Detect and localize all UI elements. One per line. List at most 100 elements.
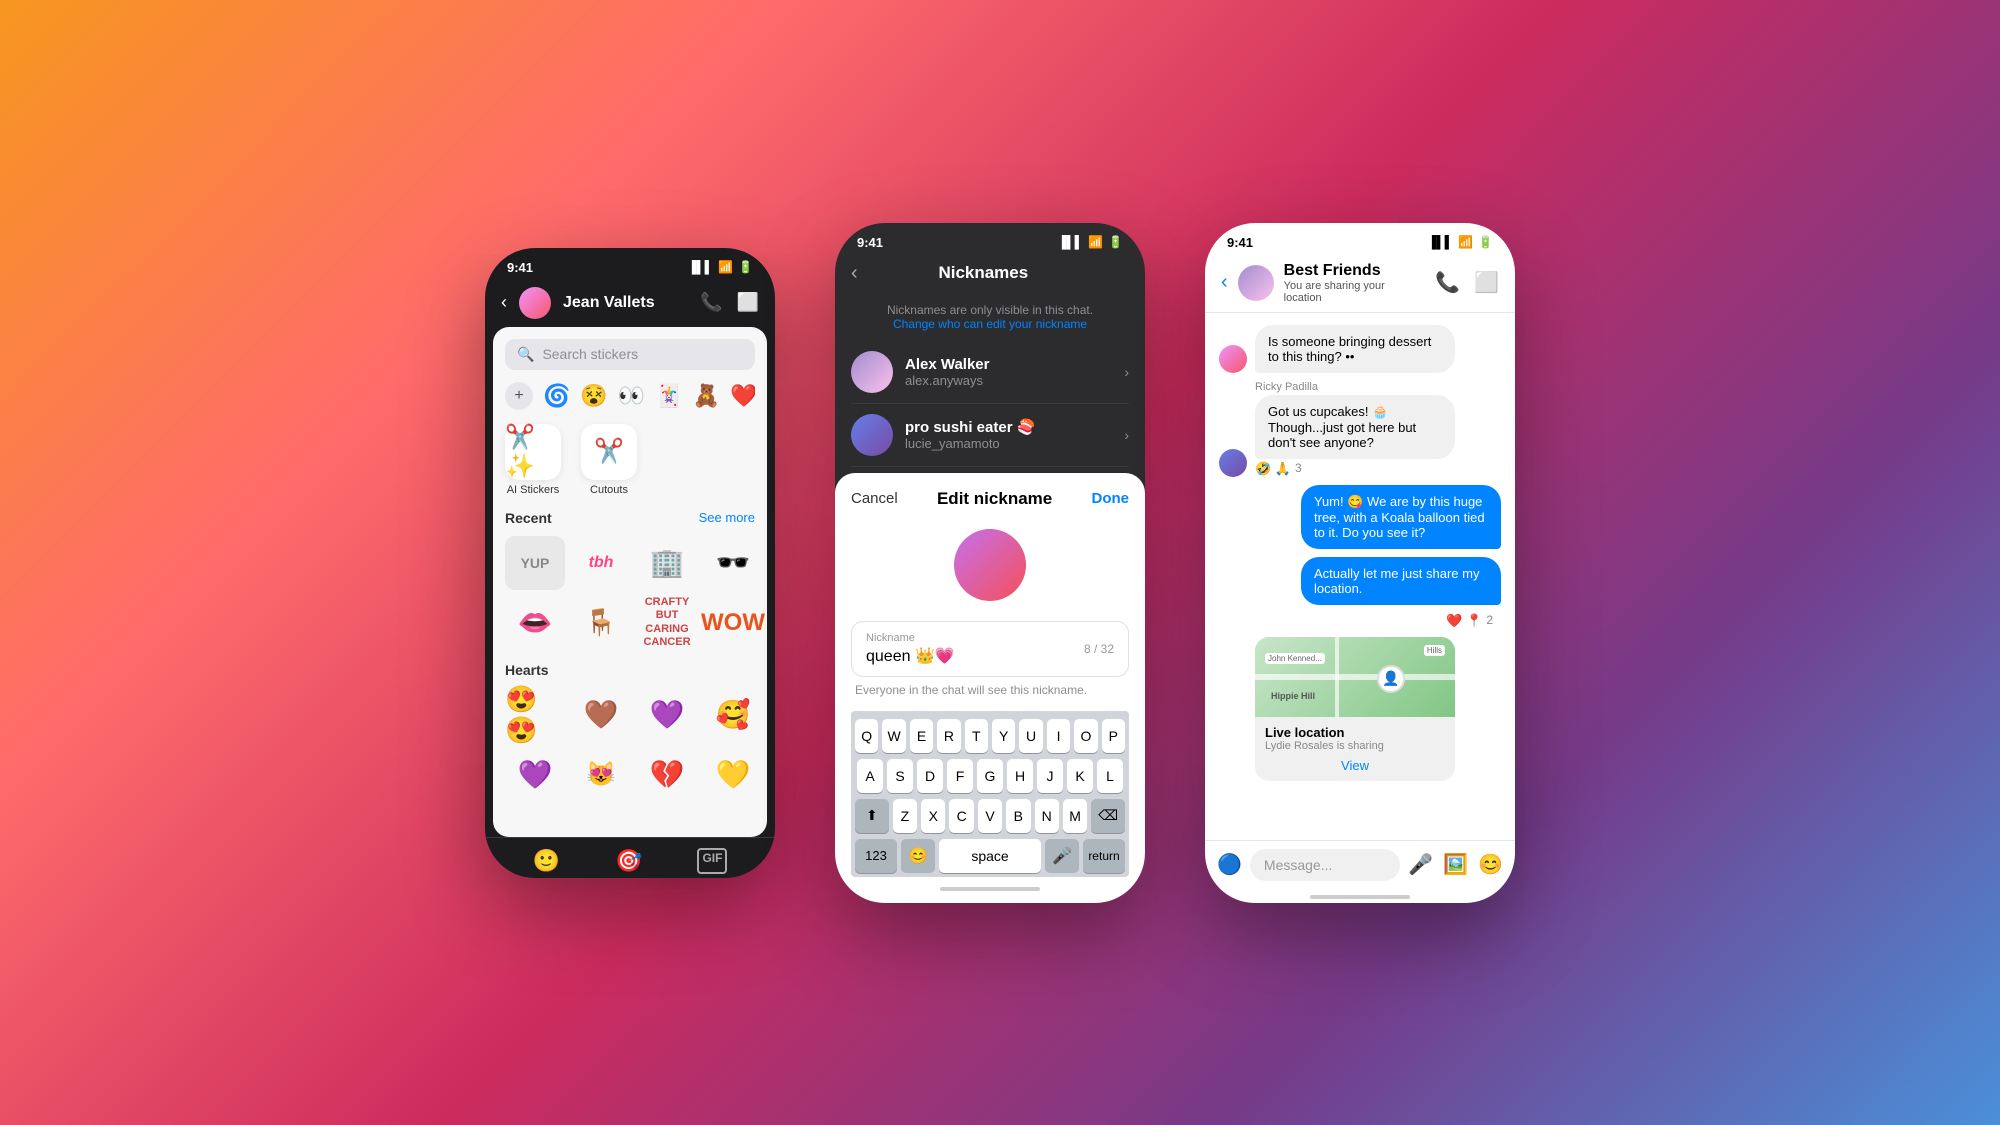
key-z[interactable]: Z bbox=[893, 799, 917, 833]
key-c[interactable]: C bbox=[949, 799, 973, 833]
sticker-lips[interactable]: 👄 bbox=[505, 596, 565, 650]
modal-avatar bbox=[954, 529, 1026, 601]
gif-tab[interactable]: GIF bbox=[697, 848, 727, 874]
key-e[interactable]: E bbox=[910, 719, 933, 753]
signal-icon-3: ▐▌▌ bbox=[1428, 235, 1454, 249]
nick-avatar-2 bbox=[851, 414, 893, 456]
key-n[interactable]: N bbox=[1035, 799, 1059, 833]
mic-icon-3[interactable]: 🎤 bbox=[1408, 852, 1433, 877]
recent-section-header: Recent See more bbox=[505, 510, 755, 526]
contact-avatar-1[interactable] bbox=[519, 287, 551, 319]
sticker-yellow-heart[interactable]: 💛 bbox=[703, 748, 763, 802]
emoji-tab[interactable]: 🙂 bbox=[533, 848, 560, 874]
sticker-wow[interactable]: WOW bbox=[703, 596, 763, 650]
key-j[interactable]: J bbox=[1037, 759, 1063, 793]
message-4: Actually let me just share my location. bbox=[1219, 557, 1501, 605]
chevron-icon-1: › bbox=[1124, 364, 1129, 380]
cutouts-tool[interactable]: ✂️ Cutouts bbox=[581, 424, 637, 496]
phone-icon-3[interactable]: 📞 bbox=[1435, 270, 1460, 295]
sticker-purple-heart-2[interactable]: 💜 bbox=[505, 748, 565, 802]
key-r[interactable]: R bbox=[937, 719, 960, 753]
sticker-building[interactable]: 🏢 bbox=[637, 536, 697, 590]
nick-user-2: lucie_yamamoto bbox=[905, 436, 1112, 451]
keyboard-row-1: Q W E R T Y U I O P bbox=[855, 719, 1125, 753]
change-who-link[interactable]: Change who can edit your nickname bbox=[893, 317, 1087, 331]
sticker-face-heart[interactable]: 🥰 bbox=[703, 688, 763, 742]
sticker-brown-heart[interactable]: 🤎 bbox=[571, 688, 631, 742]
key-shift[interactable]: ⬆ bbox=[855, 799, 889, 833]
msg-avatar-1 bbox=[1219, 345, 1247, 373]
see-more-btn[interactable]: See more bbox=[699, 510, 755, 525]
phone-icon-1[interactable]: 📞 bbox=[700, 292, 722, 313]
key-w[interactable]: W bbox=[882, 719, 905, 753]
contact-name-1[interactable]: Jean Vallets bbox=[563, 294, 688, 312]
nick-info-1: Alex Walker alex.anyways bbox=[905, 356, 1112, 388]
key-i[interactable]: I bbox=[1047, 719, 1070, 753]
back-icon-2[interactable]: ‹ bbox=[851, 262, 858, 285]
key-123[interactable]: 123 bbox=[855, 839, 897, 873]
camera-icon[interactable]: 🔵 bbox=[1217, 852, 1242, 877]
nickname-value[interactable]: queen 👑💗 bbox=[866, 648, 955, 665]
search-bar[interactable]: 🔍 Search stickers bbox=[505, 339, 755, 370]
key-space[interactable]: space bbox=[939, 839, 1041, 873]
home-indicator-3 bbox=[1310, 895, 1410, 899]
key-h[interactable]: H bbox=[1007, 759, 1033, 793]
ai-stickers-icon: ✂️✨ bbox=[505, 424, 561, 480]
sticker-cat-heart[interactable]: 😻 bbox=[571, 748, 631, 802]
video-icon-3[interactable]: ⬜ bbox=[1474, 270, 1499, 295]
key-l[interactable]: L bbox=[1097, 759, 1123, 793]
message-input[interactable]: Message... bbox=[1250, 849, 1400, 881]
key-s[interactable]: S bbox=[887, 759, 913, 793]
sticker-broken-heart[interactable]: 💔 bbox=[637, 748, 697, 802]
key-u[interactable]: U bbox=[1019, 719, 1042, 753]
key-mic[interactable]: 🎤 bbox=[1045, 839, 1079, 873]
key-x[interactable]: X bbox=[921, 799, 945, 833]
key-b[interactable]: B bbox=[1006, 799, 1030, 833]
key-return[interactable]: return bbox=[1083, 839, 1125, 873]
key-m[interactable]: M bbox=[1063, 799, 1087, 833]
sticker-tbh[interactable]: tbh bbox=[571, 536, 631, 590]
key-a[interactable]: A bbox=[857, 759, 883, 793]
group-avatar[interactable] bbox=[1238, 265, 1274, 301]
sticker-heart-eyes[interactable]: 😍😍 bbox=[505, 688, 565, 742]
image-icon-3[interactable]: 🖼️ bbox=[1443, 852, 1468, 877]
back-icon-3[interactable]: ‹ bbox=[1221, 271, 1228, 294]
done-btn[interactable]: Done bbox=[1092, 490, 1130, 507]
location-view-btn[interactable]: View bbox=[1265, 758, 1445, 773]
header-action-icons-1: 📞 ⬜ bbox=[700, 292, 759, 313]
key-q[interactable]: Q bbox=[855, 719, 878, 753]
ai-stickers-tool[interactable]: ✂️✨ AI Stickers bbox=[505, 424, 561, 496]
key-v[interactable]: V bbox=[978, 799, 1002, 833]
nickname-input-box[interactable]: Nickname queen 👑💗 8 / 32 bbox=[851, 621, 1129, 677]
sticker-purple-heart[interactable]: 💜 bbox=[637, 688, 697, 742]
key-backspace[interactable]: ⌫ bbox=[1091, 799, 1125, 833]
key-p[interactable]: P bbox=[1102, 719, 1125, 753]
keyboard: Q W E R T Y U I O P A S D F G H J K L bbox=[851, 711, 1129, 877]
status-bar-1: 9:41 ▐▌▌ 📶 🔋 bbox=[485, 248, 775, 279]
nickname-item-1[interactable]: Alex Walker alex.anyways › bbox=[851, 341, 1129, 404]
sticker-bench[interactable]: 🪑 bbox=[571, 596, 631, 650]
nickname-input-row: Nickname queen 👑💗 8 / 32 bbox=[866, 632, 1114, 666]
key-d[interactable]: D bbox=[917, 759, 943, 793]
back-icon-1[interactable]: ‹ bbox=[501, 292, 507, 313]
map-bg: 👤 John Kenned... Hills Hippie Hill bbox=[1255, 637, 1455, 717]
key-o[interactable]: O bbox=[1074, 719, 1097, 753]
key-t[interactable]: T bbox=[965, 719, 988, 753]
add-category-btn[interactable]: + bbox=[505, 382, 533, 410]
cancel-btn[interactable]: Cancel bbox=[851, 490, 898, 507]
key-y[interactable]: Y bbox=[992, 719, 1015, 753]
nickname-item-2[interactable]: pro sushi eater 🍣 lucie_yamamoto › bbox=[851, 404, 1129, 467]
nick-name-2: pro sushi eater 🍣 bbox=[905, 418, 1112, 436]
chat-name: Best Friends bbox=[1284, 262, 1426, 280]
video-icon-1[interactable]: ⬜ bbox=[737, 292, 759, 313]
key-f[interactable]: F bbox=[947, 759, 973, 793]
key-k[interactable]: K bbox=[1067, 759, 1093, 793]
char-count: 8 / 32 bbox=[1084, 642, 1114, 656]
emoji-icon-3[interactable]: 😊 bbox=[1478, 852, 1503, 877]
key-emoji[interactable]: 😊 bbox=[901, 839, 935, 873]
sticker-crafty[interactable]: CRAFTY BUT CARING CANCER bbox=[637, 596, 697, 650]
sticker-tab[interactable]: 🎯 bbox=[615, 848, 642, 874]
sticker-yup[interactable]: YUP bbox=[505, 536, 565, 590]
sticker-glasses[interactable]: 🕶️ bbox=[703, 536, 763, 590]
key-g[interactable]: G bbox=[977, 759, 1003, 793]
